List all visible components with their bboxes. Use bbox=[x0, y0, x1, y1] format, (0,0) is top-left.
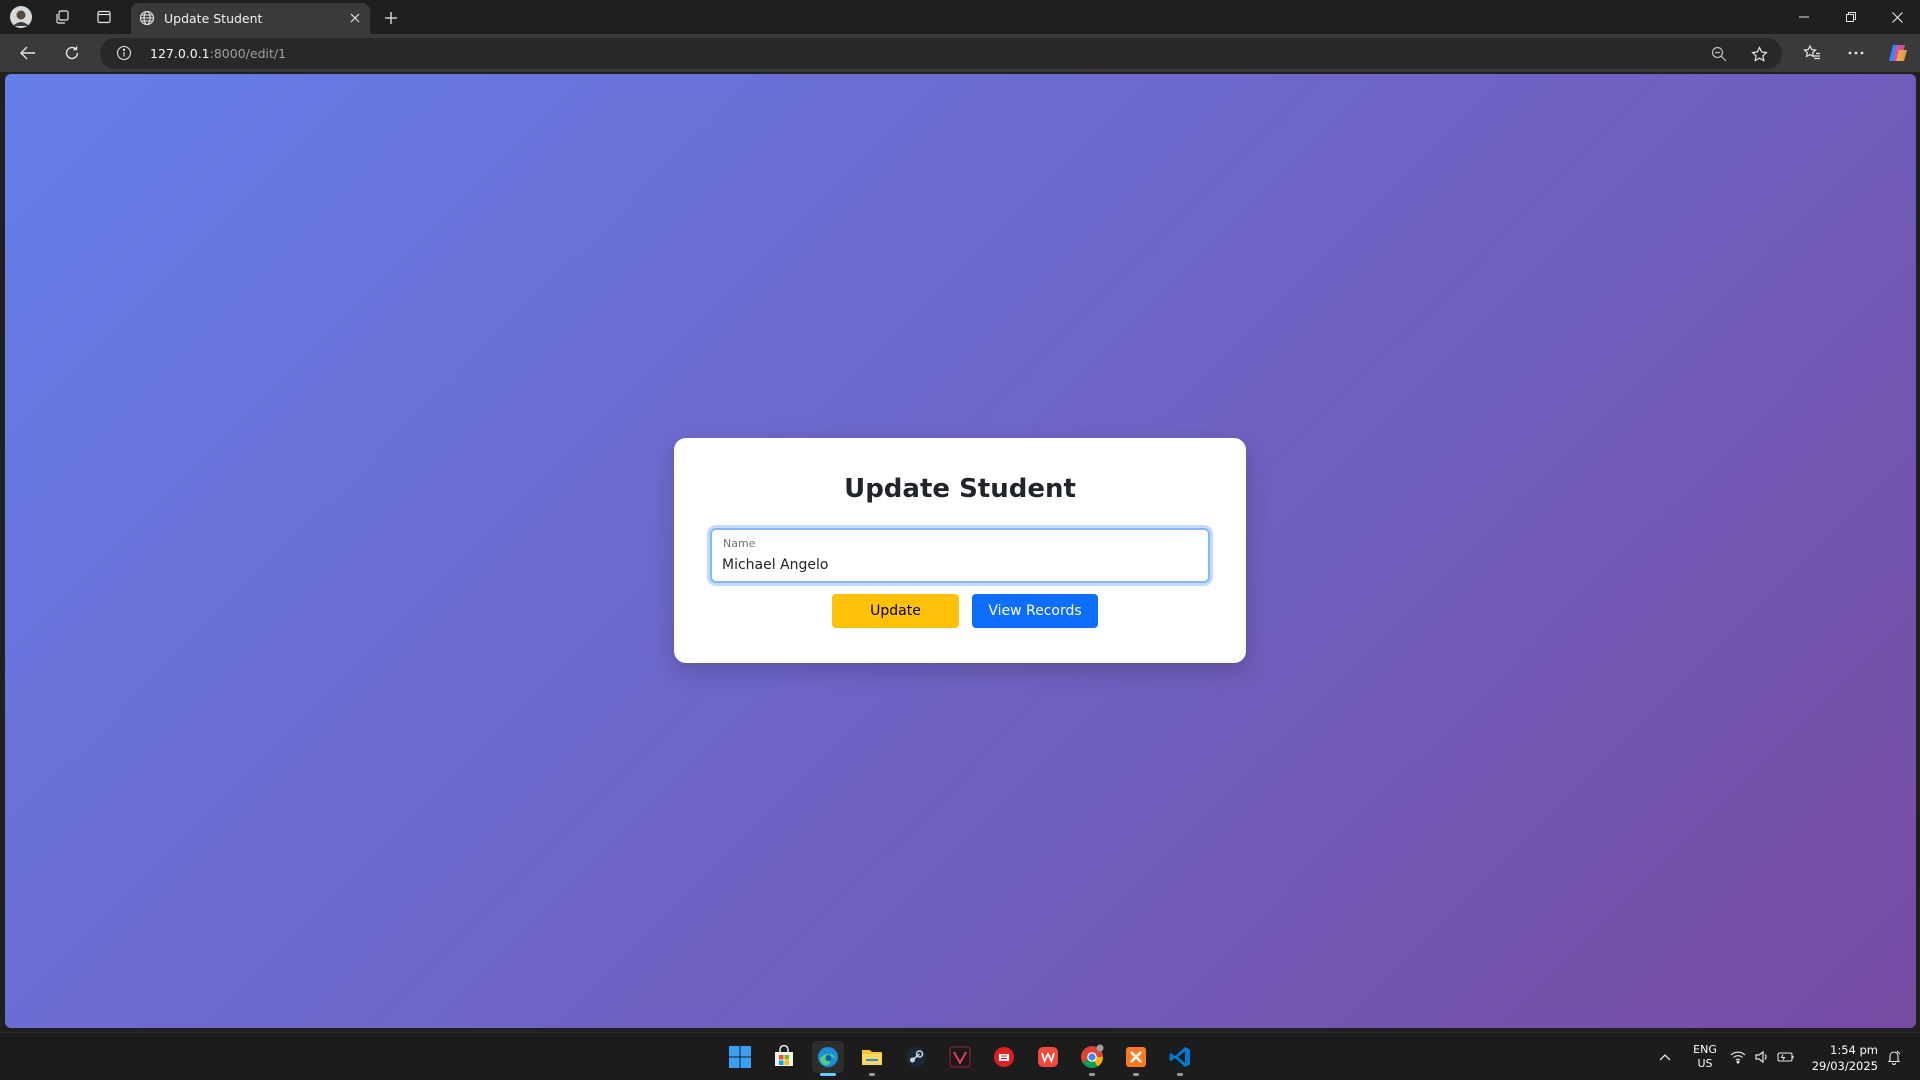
name-input[interactable] bbox=[722, 554, 1192, 576]
clock-time: 1:54 pm bbox=[1830, 1043, 1878, 1057]
update-student-card: Update Student Name Update View Records bbox=[674, 438, 1246, 663]
windows-start-icon[interactable] bbox=[724, 1041, 756, 1073]
copilot-icon[interactable] bbox=[1882, 38, 1914, 68]
refresh-button[interactable] bbox=[56, 38, 88, 68]
show-hidden-icons-icon[interactable] bbox=[1650, 1041, 1680, 1073]
address-bar[interactable]: 127.0.0.1:8000/edit/1 bbox=[100, 38, 1782, 69]
workspaces-icon[interactable] bbox=[47, 3, 77, 31]
notification-bell-icon[interactable] bbox=[1882, 1041, 1906, 1073]
update-button[interactable]: Update bbox=[832, 594, 959, 628]
windows-taskbar: ENG US 1:54 pm 29/03/2025 bbox=[0, 1032, 1920, 1080]
running-indicator bbox=[1133, 1073, 1139, 1076]
view-records-button[interactable]: View Records bbox=[972, 594, 1098, 628]
profile-avatar[interactable] bbox=[6, 3, 36, 31]
name-label: Name bbox=[723, 537, 756, 550]
close-tab-icon[interactable] bbox=[346, 9, 364, 27]
more-options-icon[interactable] bbox=[1840, 38, 1872, 68]
wps-office-icon[interactable] bbox=[1032, 1041, 1064, 1073]
volume-icon[interactable] bbox=[1750, 1041, 1774, 1073]
running-indicator bbox=[869, 1073, 875, 1076]
file-explorer-icon[interactable] bbox=[856, 1041, 888, 1076]
minimize-button[interactable] bbox=[1781, 0, 1827, 34]
tab-actions-icon[interactable] bbox=[89, 3, 119, 31]
steam-icon[interactable] bbox=[900, 1041, 932, 1073]
url-text[interactable]: 127.0.0.1:8000/edit/1 bbox=[150, 46, 286, 61]
active-app-indicator bbox=[820, 1073, 836, 1076]
vivaldi-icon[interactable] bbox=[944, 1041, 976, 1073]
region-code: US bbox=[1697, 1057, 1713, 1070]
favorite-star-icon[interactable] bbox=[1748, 43, 1770, 65]
page-title: Update Student bbox=[844, 474, 1076, 504]
vscode-icon[interactable] bbox=[1164, 1041, 1196, 1076]
back-button[interactable] bbox=[12, 38, 44, 68]
system-clock[interactable]: 1:54 pm 29/03/2025 bbox=[1812, 1042, 1878, 1074]
active-tab[interactable]: Update Student bbox=[131, 3, 370, 34]
restore-button[interactable] bbox=[1828, 0, 1874, 34]
red-app-icon[interactable] bbox=[988, 1041, 1020, 1073]
site-info-icon[interactable] bbox=[116, 45, 132, 65]
new-tab-button[interactable] bbox=[377, 4, 405, 32]
running-indicator bbox=[1089, 1073, 1095, 1076]
browser-toolbar: 127.0.0.1:8000/edit/1 bbox=[0, 34, 1920, 72]
zoom-out-icon[interactable] bbox=[1708, 43, 1730, 65]
url-host: 127.0.0.1 bbox=[150, 46, 210, 61]
wifi-icon[interactable] bbox=[1726, 1041, 1750, 1073]
close-window-button[interactable] bbox=[1874, 0, 1920, 34]
name-field[interactable]: Name bbox=[710, 528, 1210, 583]
page-viewport: Update Student Name Update View Records bbox=[5, 74, 1916, 1028]
clock-date: 29/03/2025 bbox=[1811, 1059, 1878, 1073]
chrome-icon[interactable] bbox=[1076, 1041, 1108, 1076]
language-code: ENG bbox=[1693, 1043, 1717, 1056]
edge-icon[interactable] bbox=[812, 1041, 844, 1076]
globe-icon bbox=[139, 10, 155, 30]
xampp-icon[interactable] bbox=[1120, 1041, 1152, 1076]
browser-titlebar: Update Student bbox=[0, 0, 1920, 34]
battery-icon[interactable] bbox=[1774, 1041, 1798, 1073]
favorites-icon[interactable] bbox=[1796, 38, 1828, 68]
microsoft-store-icon[interactable] bbox=[768, 1041, 800, 1073]
running-indicator bbox=[1177, 1073, 1183, 1076]
tab-title: Update Student bbox=[164, 11, 263, 26]
url-path: :8000/edit/1 bbox=[209, 46, 287, 61]
language-indicator[interactable]: ENG US bbox=[1690, 1043, 1720, 1071]
